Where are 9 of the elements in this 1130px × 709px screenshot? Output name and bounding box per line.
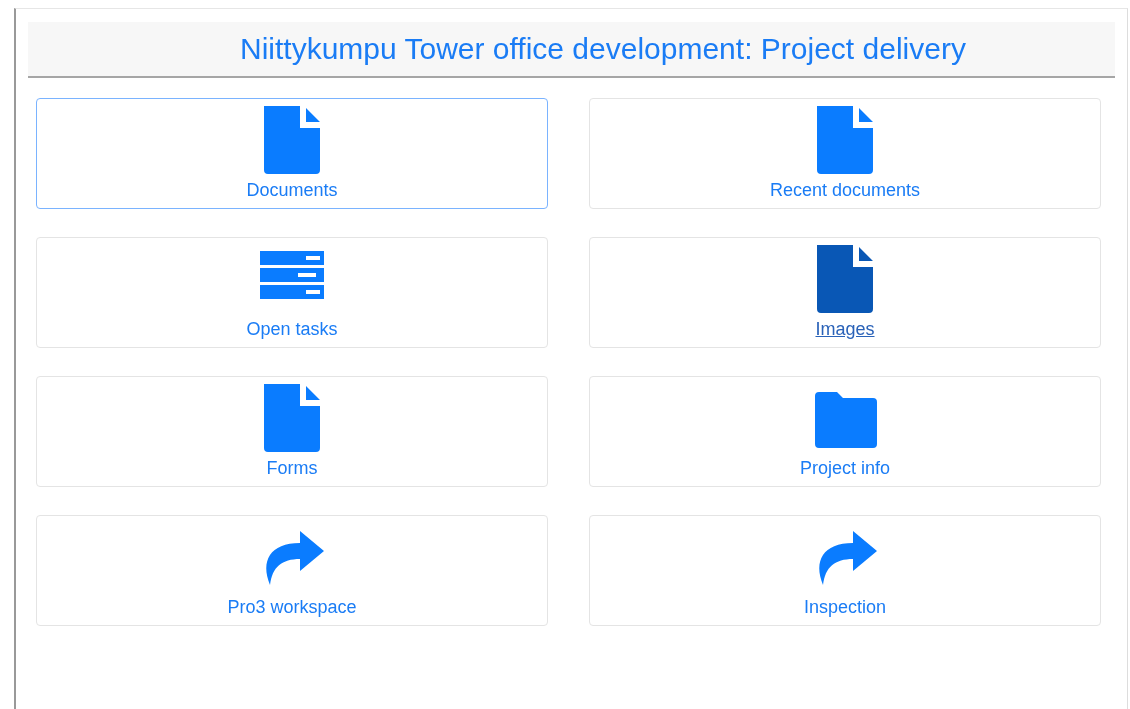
navigation-tile[interactable]: Pro3 workspace (36, 515, 548, 626)
navigation-tile[interactable]: Project info (589, 376, 1101, 487)
navigation-tile[interactable]: Recent documents (589, 98, 1101, 209)
navigation-tile[interactable]: Documents (36, 98, 548, 209)
navigation-tile[interactable]: Inspection (589, 515, 1101, 626)
page-title: Niittykumpu Tower office development: Project delivery (240, 32, 966, 66)
navigation-tile[interactable]: Images (589, 237, 1101, 348)
navigation-tile[interactable]: Open tasks (36, 237, 548, 348)
navigation-tile[interactable]: Forms (36, 376, 548, 487)
